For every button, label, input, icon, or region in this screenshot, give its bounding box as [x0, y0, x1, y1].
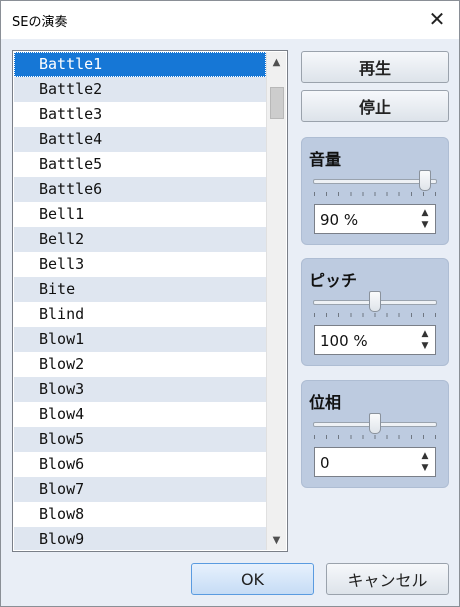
pan-value[interactable]: 0	[320, 454, 330, 472]
se-file-list[interactable]: Battle1 Battle2 Battle3 Battle4 Battle5 Battl…	[12, 50, 288, 552]
list-item[interactable]: Blow5	[14, 427, 266, 452]
play-button[interactable]: 再生	[301, 51, 449, 83]
pan-label: 位相	[309, 393, 342, 412]
spin-down-icon[interactable]: ▼	[420, 219, 430, 231]
list-item[interactable]: Battle4	[14, 127, 266, 152]
title-bar: SEの演奏 ✕	[1, 1, 459, 39]
list-item[interactable]: Blow7	[14, 477, 266, 502]
pitch-slider-ticks	[314, 313, 436, 317]
close-button[interactable]: ✕	[415, 1, 459, 37]
volume-slider-thumb[interactable]	[418, 170, 431, 191]
spin-down-icon[interactable]: ▼	[420, 340, 430, 352]
pitch-spinbox[interactable]: 100 % ▲ ▼	[314, 325, 436, 355]
volume-slider-ticks	[314, 192, 436, 196]
list-item[interactable]: Battle1	[14, 52, 266, 77]
list-item[interactable]: Blow4	[14, 402, 266, 427]
volume-panel: 音量 90 % ▲ ▼	[301, 137, 449, 245]
spin-up-icon[interactable]: ▲	[420, 207, 430, 219]
pan-spinbox[interactable]: 0 ▲ ▼	[314, 447, 436, 477]
list-item[interactable]: Battle2	[14, 77, 266, 102]
volume-spin-arrows[interactable]: ▲ ▼	[420, 207, 430, 231]
pan-slider-ticks	[314, 435, 436, 439]
volume-label: 音量	[309, 150, 342, 169]
pitch-spin-arrows[interactable]: ▲ ▼	[420, 328, 430, 352]
pitch-panel: ピッチ 100 % ▲ ▼	[301, 258, 449, 366]
pitch-slider-thumb[interactable]	[369, 291, 381, 312]
list-items-container: Battle1 Battle2 Battle3 Battle4 Battle5 Battl…	[14, 52, 266, 550]
list-item[interactable]: Blow3	[14, 377, 266, 402]
spin-up-icon[interactable]: ▲	[420, 328, 430, 340]
spin-up-icon[interactable]: ▲	[420, 450, 430, 462]
stop-button[interactable]: 停止	[301, 90, 449, 122]
list-scrollbar[interactable]: ▲ ▼	[266, 52, 286, 550]
list-item[interactable]: Blow9	[14, 527, 266, 550]
spin-down-icon[interactable]: ▼	[420, 462, 430, 474]
list-item[interactable]: Blow8	[14, 502, 266, 527]
list-item[interactable]: Blind	[14, 302, 266, 327]
se-playback-dialog: SEの演奏 ✕ Battle1 Battle2 Battle3 Battle4 Batt…	[0, 0, 460, 607]
list-item[interactable]: Blow6	[14, 452, 266, 477]
cancel-button[interactable]: キャンセル	[326, 563, 449, 595]
scroll-up-arrow-icon[interactable]: ▲	[267, 52, 286, 72]
pitch-label: ピッチ	[309, 271, 358, 290]
list-item[interactable]: Blow1	[14, 327, 266, 352]
pan-panel: 位相 0 ▲ ▼	[301, 380, 449, 488]
scroll-thumb[interactable]	[270, 87, 284, 119]
close-icon: ✕	[428, 7, 446, 31]
volume-value[interactable]: 90 %	[320, 211, 358, 229]
list-item[interactable]: Blow2	[14, 352, 266, 377]
pan-spin-arrows[interactable]: ▲ ▼	[420, 450, 430, 474]
list-item[interactable]: Bite	[14, 277, 266, 302]
list-item[interactable]: Bell2	[14, 227, 266, 252]
list-item[interactable]: Battle5	[14, 152, 266, 177]
list-item[interactable]: Bell1	[14, 202, 266, 227]
pan-slider-thumb[interactable]	[369, 413, 381, 434]
ok-button[interactable]: OK	[191, 563, 314, 595]
window-title: SEの演奏	[12, 15, 68, 30]
list-item[interactable]: Bell3	[14, 252, 266, 277]
pitch-value[interactable]: 100 %	[320, 332, 368, 350]
volume-spinbox[interactable]: 90 % ▲ ▼	[314, 204, 436, 234]
scroll-down-arrow-icon[interactable]: ▼	[267, 530, 286, 550]
list-item[interactable]: Battle3	[14, 102, 266, 127]
list-item[interactable]: Battle6	[14, 177, 266, 202]
